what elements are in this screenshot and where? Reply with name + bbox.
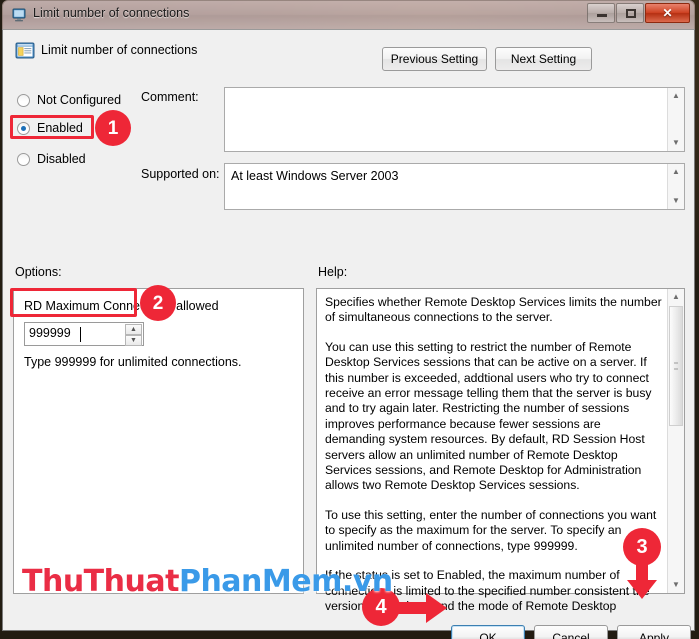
annotation-marker-2: 2 bbox=[140, 285, 176, 321]
window-title: Limit number of connections bbox=[33, 6, 190, 20]
help-paragraph: Specifies whether Remote Desktop Service… bbox=[325, 295, 662, 325]
apply-button[interactable]: Apply bbox=[617, 625, 691, 639]
annotation-box-max-connections bbox=[10, 288, 137, 317]
minimize-icon bbox=[597, 14, 607, 17]
ok-button[interactable]: OK bbox=[451, 625, 525, 639]
help-scroll-down-icon[interactable]: ▼ bbox=[668, 577, 684, 593]
supported-on-scrollbar[interactable]: ▲ ▼ bbox=[667, 164, 684, 209]
radio-disabled[interactable]: Disabled bbox=[17, 152, 86, 166]
policy-setting-name: Limit number of connections bbox=[41, 43, 198, 57]
watermark-part-1: ThuThuat bbox=[22, 564, 179, 599]
supported-on-field[interactable]: At least Windows Server 2003 ▲ ▼ bbox=[224, 163, 685, 210]
annotation-marker-1: 1 bbox=[95, 110, 131, 146]
radio-not-configured[interactable]: Not Configured bbox=[17, 93, 121, 107]
options-panel: RD Maximum Connections allowed 999999 ▲ … bbox=[13, 288, 304, 594]
help-scrollbar[interactable]: ▲ ▼ bbox=[667, 289, 684, 593]
comment-label: Comment: bbox=[141, 90, 199, 104]
help-paragraph: To use this setting, enter the number of… bbox=[325, 507, 657, 553]
group-policy-setting-icon bbox=[15, 42, 35, 59]
next-setting-button[interactable]: Next Setting bbox=[495, 47, 592, 71]
site-watermark: ThuThuatPhanMem.vn bbox=[22, 564, 393, 599]
help-scroll-up-icon[interactable]: ▲ bbox=[668, 289, 684, 305]
close-icon: ✕ bbox=[662, 6, 673, 20]
max-connections-spinner[interactable]: ▲ ▼ bbox=[125, 324, 142, 346]
comment-field[interactable]: ▲ ▼ bbox=[224, 87, 685, 152]
supported-scroll-up-icon[interactable]: ▲ bbox=[668, 164, 684, 180]
supported-scroll-down-icon[interactable]: ▼ bbox=[668, 193, 684, 209]
computer-monitor-icon bbox=[12, 8, 26, 22]
options-heading: Options: bbox=[15, 265, 62, 279]
scroll-thumb-grip bbox=[674, 362, 678, 370]
previous-setting-button[interactable]: Previous Setting bbox=[382, 47, 487, 71]
text-caret bbox=[80, 327, 81, 342]
supported-on-value: At least Windows Server 2003 bbox=[231, 169, 399, 183]
screenshot-root: Limit number of connections ✕ Limit numb… bbox=[0, 0, 699, 639]
maximize-icon bbox=[626, 9, 636, 18]
minimize-button[interactable] bbox=[587, 3, 615, 23]
policy-setting-window: Limit number of connections ✕ Limit numb… bbox=[2, 0, 695, 639]
comment-scroll-up-icon[interactable]: ▲ bbox=[668, 88, 684, 104]
spinner-up-icon[interactable]: ▲ bbox=[125, 324, 142, 335]
comment-scroll-down-icon[interactable]: ▼ bbox=[668, 135, 684, 151]
window-titlebar[interactable]: Limit number of connections ✕ bbox=[2, 0, 695, 29]
close-button[interactable]: ✕ bbox=[645, 3, 690, 23]
supported-on-label: Supported on: bbox=[141, 167, 220, 181]
watermark-part-2: PhanMem.vn bbox=[178, 564, 393, 599]
window-controls: ✕ bbox=[587, 3, 690, 23]
help-paragraph: You can use this setting to restrict the… bbox=[325, 339, 652, 493]
max-connections-value: 999999 bbox=[29, 326, 71, 340]
radio-not-configured-label: Not Configured bbox=[37, 93, 122, 107]
cancel-button[interactable]: Cancel bbox=[534, 625, 608, 639]
help-heading: Help: bbox=[318, 265, 348, 279]
radio-disabled-indicator bbox=[17, 152, 30, 166]
spinner-down-icon[interactable]: ▼ bbox=[125, 335, 142, 346]
comment-scrollbar[interactable]: ▲ ▼ bbox=[667, 88, 684, 151]
max-connections-field[interactable]: 999999 ▲ ▼ bbox=[24, 322, 144, 346]
maximize-button[interactable] bbox=[616, 3, 644, 23]
max-connections-hint: Type 999999 for unlimited connections. bbox=[24, 355, 242, 369]
radio-disabled-label: Disabled bbox=[37, 152, 86, 166]
annotation-box-enabled bbox=[10, 115, 94, 139]
radio-not-configured-indicator bbox=[17, 93, 30, 107]
annotation-arrow-to-ok bbox=[392, 593, 447, 623]
annotation-arrow-to-apply bbox=[627, 556, 657, 599]
help-scroll-thumb[interactable] bbox=[669, 306, 683, 426]
